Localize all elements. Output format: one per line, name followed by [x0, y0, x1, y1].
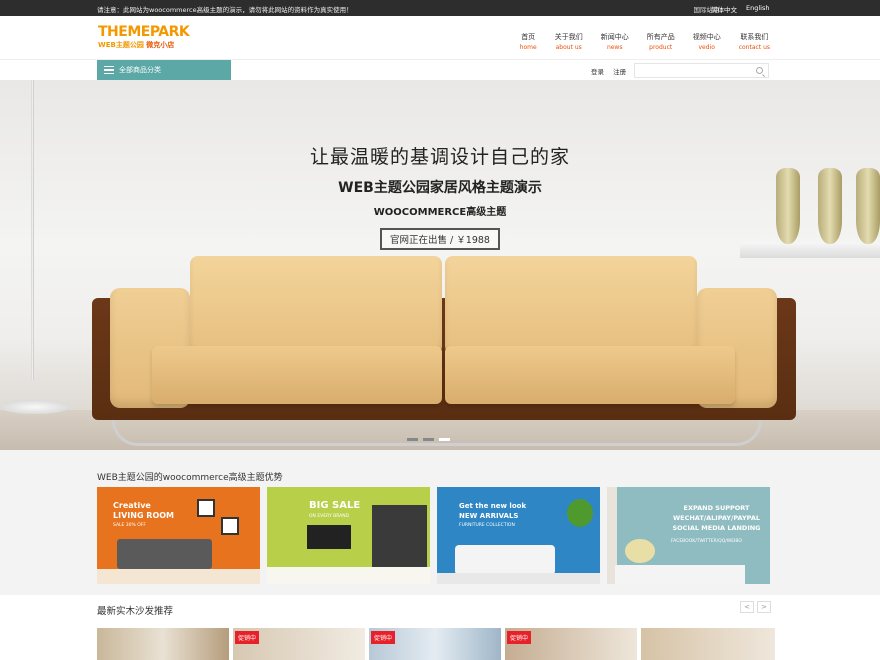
product-card[interactable]: 促销中 [505, 628, 637, 660]
tile-subtitle: FACEBOOK/TWITTER/QQ/WEIBO [671, 539, 742, 544]
logo-shop: 微克小店 [146, 41, 175, 49]
sofa-seat-left [152, 346, 442, 404]
tile-subtitle: ON EVERY BRAND [309, 514, 350, 519]
product-card[interactable] [97, 628, 229, 660]
top-notice-bar: 请注意：此网站为woocommerce高级主题的演示，请勿将此网站的资料作为真实… [0, 0, 880, 16]
search-icon[interactable] [756, 67, 763, 74]
tile-title: BIG SALE [309, 500, 361, 511]
latest-products-title: 最新实木沙发推荐 [97, 606, 174, 617]
menu-icon [104, 66, 114, 74]
all-categories-label: 全部商品分类 [119, 66, 161, 74]
nav-contact[interactable]: 联系我们 contact us [739, 32, 770, 51]
hero-text: 让最温暖的基调设计自己的家 WEB主题公园家居风格主题演示 WOOCOMMERC… [0, 142, 880, 250]
nav-home[interactable]: 首页 home [520, 32, 537, 51]
register-link[interactable]: 注册 [613, 68, 626, 76]
tile-title: Creative LIVING ROOM [113, 501, 175, 520]
nav-video[interactable]: 视频中心 vedio [693, 32, 721, 51]
main-nav: 首页 home 关于我们 about us 新闻中心 news 所有产品 product… [502, 32, 770, 51]
carousel-arrows: < > [737, 601, 771, 613]
promo-tile-expand-support[interactable]: EXPAND SUPPORT WECHAT/ALIPAY/PAYPAL SOCI… [607, 487, 770, 584]
promo-tile-living-room[interactable]: Creative LIVING ROOM SALE 30% OFF [97, 487, 260, 584]
slider-dots [407, 438, 455, 441]
lang-chinese-link[interactable]: 简体中文 [711, 4, 737, 14]
tile-subtitle: FURNITURE COLLECTION [459, 523, 515, 528]
latest-products-section: 最新实木沙发推荐 < > 促销中 促销中 促销中 [0, 595, 880, 660]
sale-badge: 促销中 [235, 631, 260, 644]
sale-badge: 促销中 [507, 631, 532, 644]
all-categories-button[interactable]: 全部商品分类 [97, 60, 231, 80]
logo-text: THEMEPARK [98, 24, 190, 40]
nav-about[interactable]: 关于我们 about us [555, 32, 583, 51]
sofa-seat-right [445, 346, 735, 404]
demo-notice: 请注意：此网站为woocommerce高级主题的演示，请勿将此网站的资料作为真实… [97, 6, 353, 14]
carousel-prev-button[interactable]: < [740, 601, 754, 613]
login-link[interactable]: 登录 [591, 68, 604, 76]
product-card[interactable] [641, 628, 775, 660]
floor-lamp-base [0, 400, 70, 414]
category-search-bar: 全部商品分类 登录 注册 [0, 60, 880, 80]
site-logo[interactable]: THEMEPARK WEB主题公园 微克小店 [98, 24, 190, 50]
tile-title: Get the new look NEW ARRIVALS [459, 502, 527, 520]
carousel-next-button[interactable]: > [757, 601, 771, 613]
product-carousel: 促销中 促销中 促销中 [97, 628, 779, 660]
tile-subtitle: SALE 30% OFF [113, 523, 146, 528]
lang-english-link[interactable]: English [746, 4, 769, 12]
product-card[interactable]: 促销中 [369, 628, 501, 660]
product-card[interactable]: 促销中 [233, 628, 365, 660]
auth-links: 登录 注册 [591, 66, 633, 76]
slider-dot-active[interactable] [439, 438, 450, 441]
sofa-cushion-right [445, 256, 697, 354]
advantages-section: WEB主题公园的woocommerce高级主题优势 Creative LIVIN… [0, 450, 880, 595]
search-input[interactable] [634, 63, 769, 78]
nav-news[interactable]: 新闻中心 news [601, 32, 629, 51]
slider-dot[interactable] [407, 438, 418, 441]
tile-title: EXPAND SUPPORT WECHAT/ALIPAY/PAYPAL SOCI… [672, 504, 761, 532]
advantage-tiles: Creative LIVING ROOM SALE 30% OFF BIG SA… [97, 487, 777, 584]
sofa-cushion-left [190, 256, 442, 354]
advantages-title: WEB主题公园的woocommerce高级主题优势 [97, 473, 283, 483]
promo-tile-big-sale[interactable]: BIG SALE ON EVERY BRAND [267, 487, 430, 584]
slider-dot[interactable] [423, 438, 434, 441]
logo-subtitle: WEB主题公园 [98, 41, 144, 49]
hero-tagline: WOOCOMMERCE高级主题 [373, 207, 507, 218]
promo-tile-new-arrivals[interactable]: Get the new look NEW ARRIVALS FURNITURE … [437, 487, 600, 584]
hero-subheadline: WEB主题公园家居风格主题演示 [338, 180, 542, 196]
hero-banner[interactable]: 让最温暖的基调设计自己的家 WEB主题公园家居风格主题演示 WOOCOMMERC… [0, 80, 880, 450]
site-header: THEMEPARK WEB主题公园 微克小店 首页 home 关于我们 about … [0, 16, 880, 60]
sale-badge: 促销中 [371, 631, 396, 644]
nav-product[interactable]: 所有产品 product [647, 32, 675, 51]
hero-price-button[interactable]: 官网正在出售 / ￥1988 [380, 228, 500, 250]
hero-headline: 让最温暖的基调设计自己的家 [309, 146, 570, 168]
sofa-leg [112, 420, 762, 446]
